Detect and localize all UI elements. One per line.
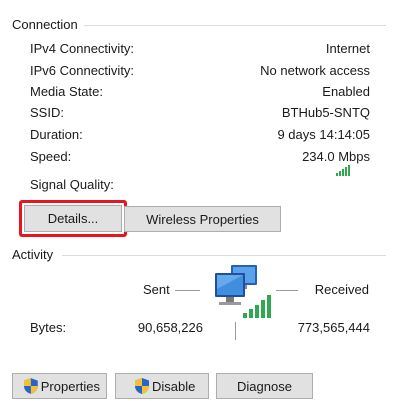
- media-state-label: Media State:: [30, 84, 103, 99]
- sent-connector-line: [175, 290, 200, 291]
- duration-value: 9 days 14:14:05: [277, 127, 370, 142]
- sent-label: Sent: [143, 282, 170, 297]
- duration-label: Duration:: [30, 127, 83, 142]
- uac-shield-icon: [135, 378, 149, 394]
- uac-shield-icon: [23, 378, 38, 394]
- wireless-properties-button[interactable]: Wireless Properties: [124, 206, 281, 232]
- signal-strength-icon: [336, 164, 352, 176]
- bytes-label: Bytes:: [30, 320, 67, 335]
- bytes-sent-value: 90,658,226: [137, 320, 203, 335]
- media-state-value: Enabled: [322, 84, 370, 99]
- received-label: Received: [314, 282, 369, 297]
- connection-group-title: Connection: [12, 17, 78, 32]
- ipv6-label: IPv6 Connectivity:: [30, 63, 135, 78]
- details-highlight-box: [19, 200, 127, 237]
- ipv4-label: IPv4 Connectivity:: [30, 41, 135, 56]
- speed-label: Speed:: [30, 149, 72, 164]
- ipv4-value: Internet: [325, 41, 370, 56]
- network-computers-icon: [215, 265, 271, 318]
- signal-quality-label: Signal Quality:: [30, 177, 114, 192]
- received-connector-line: [276, 290, 298, 291]
- properties-button-label: Properties: [40, 378, 100, 394]
- disable-button-label: Disable: [152, 378, 196, 394]
- connection-group-divider: [84, 25, 386, 26]
- bytes-divider: [235, 322, 236, 340]
- activity-group-title: Activity: [12, 247, 54, 262]
- activity-group-divider: [62, 255, 386, 256]
- disable-button[interactable]: Disable: [115, 373, 209, 399]
- speed-value: 234.0 Mbps: [302, 149, 370, 164]
- bytes-received-value: 773,565,444: [297, 320, 370, 335]
- ssid-value: BTHub5-SNTQ: [281, 105, 370, 120]
- properties-button[interactable]: Properties: [12, 373, 107, 399]
- ipv6-value: No network access: [260, 63, 370, 78]
- diagnose-button[interactable]: Diagnose: [216, 373, 313, 399]
- ssid-label: SSID:: [30, 105, 64, 120]
